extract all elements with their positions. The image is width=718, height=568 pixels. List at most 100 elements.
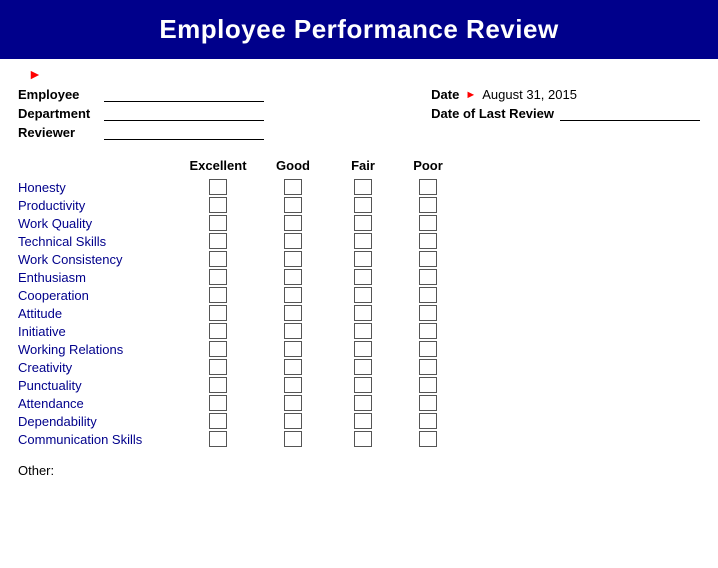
checkbox-fair [328, 233, 398, 249]
skill-label: Technical Skills [18, 234, 178, 249]
checkbox-good [258, 395, 328, 411]
skill-label: Attitude [18, 306, 178, 321]
checkbox-box-poor[interactable] [419, 359, 437, 375]
checkbox-poor [398, 233, 458, 249]
checkbox-box-good[interactable] [284, 197, 302, 213]
checkbox-box-fair[interactable] [354, 413, 372, 429]
checkbox-box-fair[interactable] [354, 251, 372, 267]
checkbox-box-excellent[interactable] [209, 197, 227, 213]
checkbox-box-fair[interactable] [354, 197, 372, 213]
skill-label: Enthusiasm [18, 270, 178, 285]
checkbox-group [178, 395, 458, 411]
checkbox-fair [328, 287, 398, 303]
checkbox-box-poor[interactable] [419, 395, 437, 411]
checkbox-box-excellent[interactable] [209, 431, 227, 447]
checkbox-box-excellent[interactable] [209, 287, 227, 303]
checkbox-box-poor[interactable] [419, 305, 437, 321]
checkbox-box-poor[interactable] [419, 179, 437, 195]
employee-field-line: Employee [18, 87, 264, 102]
checkbox-good [258, 431, 328, 447]
checkbox-excellent [178, 269, 258, 285]
date-label: Date [431, 87, 459, 102]
checkbox-box-excellent[interactable] [209, 251, 227, 267]
checkbox-box-poor[interactable] [419, 431, 437, 447]
checkbox-box-excellent[interactable] [209, 395, 227, 411]
checkbox-box-excellent[interactable] [209, 377, 227, 393]
date-value: August 31, 2015 [482, 87, 602, 102]
checkbox-excellent [178, 377, 258, 393]
checkbox-box-poor[interactable] [419, 233, 437, 249]
checkbox-box-good[interactable] [284, 341, 302, 357]
skill-label: Creativity [18, 360, 178, 375]
checkbox-fair [328, 395, 398, 411]
checkbox-box-fair[interactable] [354, 215, 372, 231]
checkbox-box-good[interactable] [284, 287, 302, 303]
checkbox-box-fair[interactable] [354, 377, 372, 393]
checkbox-box-good[interactable] [284, 179, 302, 195]
checkbox-box-fair[interactable] [354, 233, 372, 249]
checkbox-box-excellent[interactable] [209, 305, 227, 321]
checkbox-box-fair[interactable] [354, 395, 372, 411]
checkbox-box-good[interactable] [284, 269, 302, 285]
checkbox-box-excellent[interactable] [209, 233, 227, 249]
checkbox-box-poor[interactable] [419, 287, 437, 303]
checkbox-box-poor[interactable] [419, 251, 437, 267]
reviewer-input[interactable] [104, 126, 264, 140]
checkbox-good [258, 287, 328, 303]
checkbox-box-poor[interactable] [419, 269, 437, 285]
checkbox-box-good[interactable] [284, 323, 302, 339]
last-review-input[interactable] [560, 107, 700, 121]
checkbox-box-good[interactable] [284, 251, 302, 267]
checkbox-box-excellent[interactable] [209, 341, 227, 357]
checkbox-box-good[interactable] [284, 431, 302, 447]
checkbox-box-excellent[interactable] [209, 359, 227, 375]
checkbox-box-good[interactable] [284, 377, 302, 393]
checkbox-box-poor[interactable] [419, 377, 437, 393]
checkbox-group [178, 305, 458, 321]
table-row: Dependability [18, 413, 700, 429]
checkbox-box-good[interactable] [284, 395, 302, 411]
checkbox-box-excellent[interactable] [209, 413, 227, 429]
checkbox-box-fair[interactable] [354, 359, 372, 375]
checkbox-box-fair[interactable] [354, 287, 372, 303]
checkbox-group [178, 233, 458, 249]
table-row: Honesty [18, 179, 700, 195]
checkbox-box-fair[interactable] [354, 269, 372, 285]
checkbox-poor [398, 377, 458, 393]
checkbox-box-fair[interactable] [354, 305, 372, 321]
checkbox-box-good[interactable] [284, 305, 302, 321]
checkbox-box-excellent[interactable] [209, 269, 227, 285]
checkbox-good [258, 305, 328, 321]
checkbox-box-good[interactable] [284, 233, 302, 249]
checkbox-box-poor[interactable] [419, 413, 437, 429]
header-fair: Fair [328, 158, 398, 173]
checkbox-box-fair[interactable] [354, 323, 372, 339]
checkbox-box-excellent[interactable] [209, 179, 227, 195]
checkbox-box-excellent[interactable] [209, 215, 227, 231]
skill-label: Communication Skills [18, 432, 178, 447]
skill-label: Honesty [18, 180, 178, 195]
page-title: Employee Performance Review [10, 14, 708, 45]
checkbox-box-poor[interactable] [419, 197, 437, 213]
department-input[interactable] [104, 107, 264, 121]
checkbox-group [178, 359, 458, 375]
reviewer-label: Reviewer [18, 125, 98, 140]
checkbox-box-poor[interactable] [419, 215, 437, 231]
checkbox-box-poor[interactable] [419, 323, 437, 339]
checkbox-excellent [178, 305, 258, 321]
checkbox-box-good[interactable] [284, 215, 302, 231]
checkbox-box-fair[interactable] [354, 179, 372, 195]
table-row: Punctuality [18, 377, 700, 393]
checkbox-box-fair[interactable] [354, 341, 372, 357]
checkbox-box-fair[interactable] [354, 431, 372, 447]
checkbox-fair [328, 215, 398, 231]
checkbox-excellent [178, 395, 258, 411]
checkbox-box-poor[interactable] [419, 341, 437, 357]
checkbox-box-good[interactable] [284, 413, 302, 429]
checkbox-poor [398, 413, 458, 429]
checkbox-box-excellent[interactable] [209, 323, 227, 339]
skill-label: Initiative [18, 324, 178, 339]
employee-input[interactable] [104, 88, 264, 102]
checkbox-group [178, 323, 458, 339]
checkbox-box-good[interactable] [284, 359, 302, 375]
